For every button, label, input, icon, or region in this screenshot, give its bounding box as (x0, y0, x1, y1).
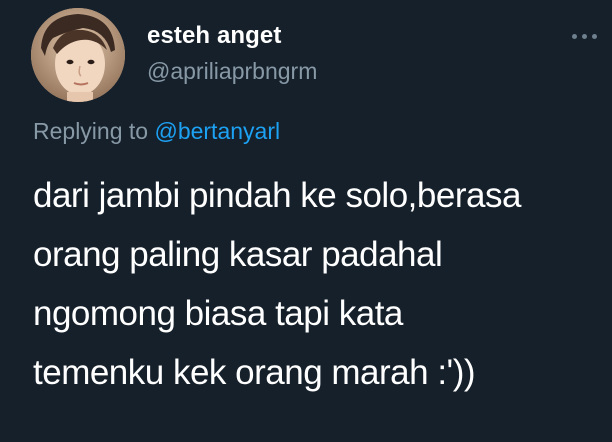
replying-to: Replying to @bertanyarl (33, 118, 280, 145)
display-name[interactable]: esteh anget (147, 22, 281, 50)
tweet: esteh anget @apriliaprbngrm Replying to … (0, 0, 612, 442)
more-dot (572, 33, 577, 39)
more-dot (582, 33, 587, 39)
avatar[interactable] (31, 8, 125, 102)
more-dot (592, 33, 597, 39)
avatar-photo (31, 8, 125, 102)
tweet-text: dari jambi pindah ke solo,berasa orang p… (33, 176, 521, 392)
more-horizontal-icon[interactable] (572, 30, 606, 42)
replying-to-label: Replying to (33, 118, 149, 144)
user-handle[interactable]: @apriliaprbngrm (147, 58, 317, 85)
reply-mention-link[interactable]: @bertanyarl (154, 118, 280, 144)
